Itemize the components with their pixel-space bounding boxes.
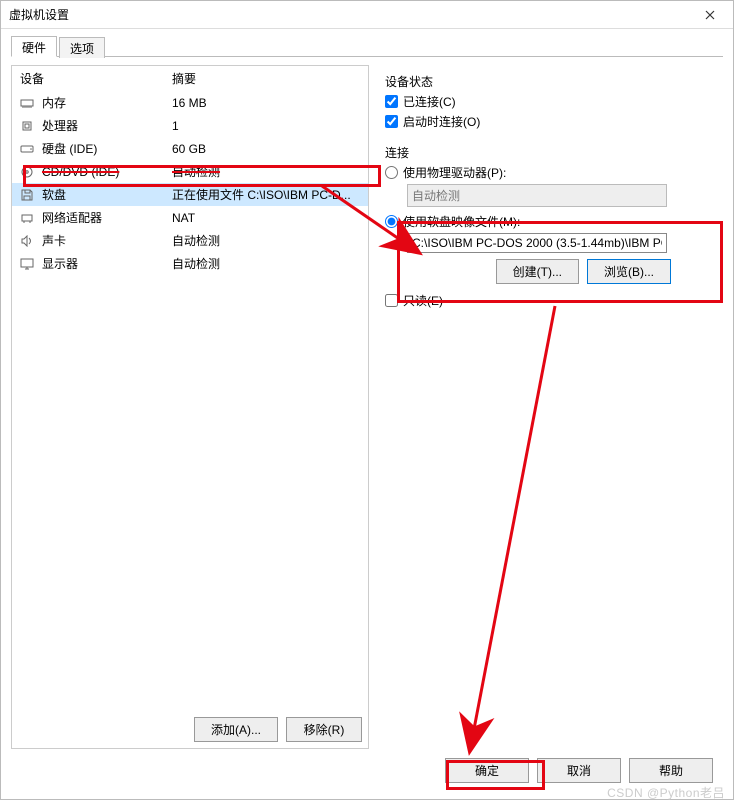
connected-checkbox[interactable]: 已连接(C) [385,93,715,110]
device-summary: 自动检测 [172,163,360,180]
device-row-cd[interactable]: CD/DVD (IDE)自动检测 [12,160,368,183]
use-physical-radio[interactable]: 使用物理驱动器(P): [385,164,715,181]
content-panes: 设备 摘要 内存16 MB处理器1硬盘 (IDE)60 GBCD/DVD (ID… [11,57,723,757]
use-image-input[interactable] [385,215,398,228]
connect-at-poweron-checkbox[interactable]: 启动时连接(O) [385,113,715,130]
cd-icon [20,165,36,179]
header-summary: 摘要 [172,70,196,87]
device-name: 声卡 [42,232,172,249]
display-icon [20,257,36,271]
device-row-display[interactable]: 显示器自动检测 [12,252,368,275]
connect-at-poweron-input[interactable] [385,115,398,128]
use-image-radio[interactable]: 使用软盘映像文件(M): [385,213,715,230]
physical-drive-dropdown[interactable]: 自动检测 [407,184,667,207]
help-button[interactable]: 帮助 [629,758,713,783]
floppy-icon [20,188,36,202]
device-summary: NAT [172,211,360,225]
tab-options[interactable]: 选项 [59,37,105,58]
vm-settings-dialog: 虚拟机设置 硬件 选项 设备 摘要 内存16 MB处理器1硬盘 (IDE)60 … [0,0,734,800]
close-icon [705,10,715,20]
device-name: 处理器 [42,117,172,134]
device-name: 软盘 [42,186,172,203]
sound-icon [20,234,36,248]
device-summary: 自动检测 [172,255,360,272]
device-summary: 16 MB [172,96,360,110]
ok-button[interactable]: 确定 [445,758,529,783]
add-button[interactable]: 添加(A)... [194,717,278,742]
device-list-header: 设备 摘要 [12,66,368,91]
header-device: 设备 [20,70,172,87]
cancel-button[interactable]: 取消 [537,758,621,783]
watermark: CSDN @Python老吕 [607,784,725,801]
device-name: 硬盘 (IDE) [42,140,172,157]
close-button[interactable] [689,2,731,28]
device-name: 显示器 [42,255,172,272]
dialog-buttons: 确定 取消 帮助 [445,758,713,783]
device-name: 网络适配器 [42,209,172,226]
readonly-checkbox[interactable]: 只读(E) [385,292,715,309]
use-physical-input[interactable] [385,166,398,179]
image-buttons: 创建(T)... 浏览(B)... [407,259,671,284]
memory-icon [20,96,36,110]
window-title: 虚拟机设置 [9,6,689,23]
device-summary: 正在使用文件 C:\ISO\IBM PC-D... [172,186,360,203]
device-row-floppy[interactable]: 软盘正在使用文件 C:\ISO\IBM PC-D... [12,183,368,206]
use-image-text: 使用软盘映像文件(M): [403,213,520,230]
nic-icon [20,211,36,225]
device-row-nic[interactable]: 网络适配器NAT [12,206,368,229]
physical-drive-row: 自动检测 [407,184,715,207]
tab-hardware[interactable]: 硬件 [11,36,57,57]
image-path-input[interactable] [407,233,667,253]
device-name: CD/DVD (IDE) [42,165,172,179]
dialog-body: 硬件 选项 设备 摘要 内存16 MB处理器1硬盘 (IDE)60 GBCD/D… [1,29,733,799]
connection-label: 连接 [385,144,715,161]
device-detail-pane: 设备状态 已连接(C) 启动时连接(O) 连接 使用物理驱动器(P): 自动检测 [377,65,723,749]
device-summary: 1 [172,119,360,133]
browse-button[interactable]: 浏览(B)... [587,259,671,284]
readonly-text: 只读(E) [403,292,443,309]
device-name: 内存 [42,94,172,111]
device-row-disk[interactable]: 硬盘 (IDE)60 GB [12,137,368,160]
cpu-icon [20,119,36,133]
tab-strip: 硬件 选项 [11,35,723,57]
titlebar: 虚拟机设置 [1,1,733,29]
device-summary: 60 GB [172,142,360,156]
device-row-cpu[interactable]: 处理器1 [12,114,368,137]
connect-at-poweron-text: 启动时连接(O) [403,113,480,130]
image-path-row: 创建(T)... 浏览(B)... [407,233,715,284]
connected-text: 已连接(C) [403,93,456,110]
connected-input[interactable] [385,95,398,108]
device-summary: 自动检测 [172,232,360,249]
device-list-buttons: 添加(A)... 移除(R) [12,711,368,748]
device-list-pane: 设备 摘要 内存16 MB处理器1硬盘 (IDE)60 GBCD/DVD (ID… [11,65,369,749]
use-physical-text: 使用物理驱动器(P): [403,164,506,181]
device-status-label: 设备状态 [385,73,715,90]
remove-button[interactable]: 移除(R) [286,717,362,742]
device-list[interactable]: 内存16 MB处理器1硬盘 (IDE)60 GBCD/DVD (IDE)自动检测… [12,91,368,711]
create-button[interactable]: 创建(T)... [496,259,579,284]
disk-icon [20,142,36,156]
device-row-sound[interactable]: 声卡自动检测 [12,229,368,252]
device-row-memory[interactable]: 内存16 MB [12,91,368,114]
readonly-input[interactable] [385,294,398,307]
